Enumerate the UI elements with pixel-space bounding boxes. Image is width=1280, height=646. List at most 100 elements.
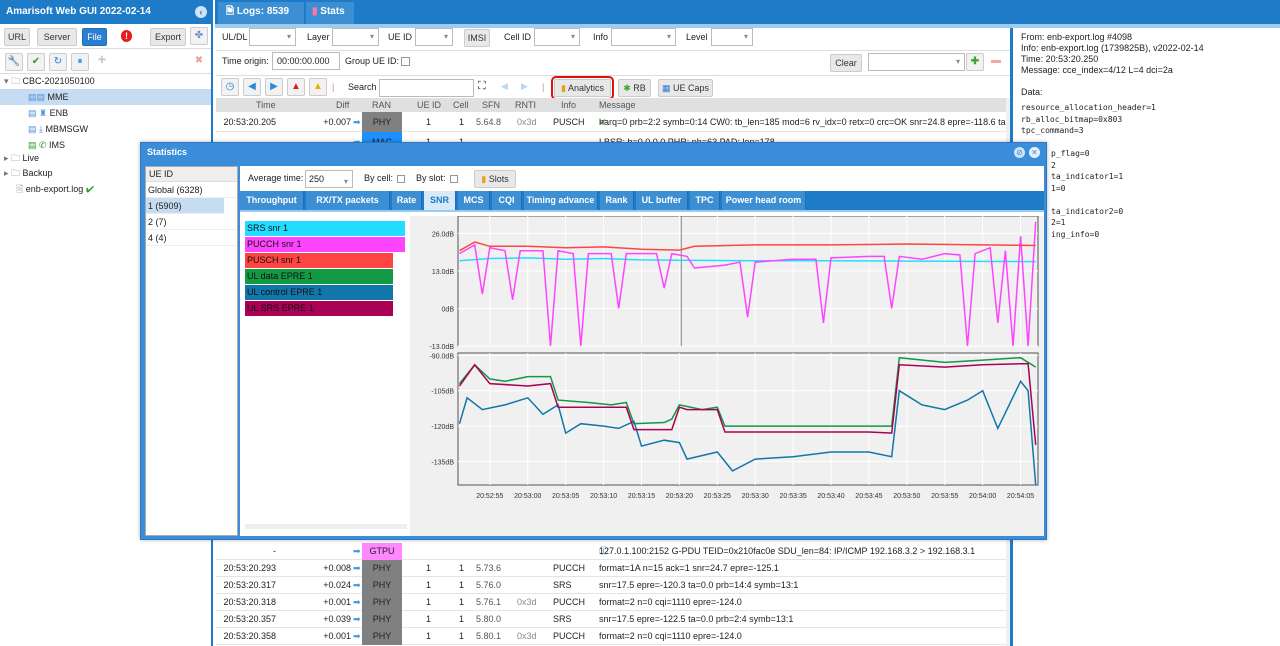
filter-preset-select[interactable] [868,53,965,71]
add-filter-icon[interactable]: ✚ [966,53,984,71]
file-icon: 🗎 [16,184,26,194]
rb-button[interactable]: ✱ RB [618,79,651,97]
search-input[interactable] [379,79,474,97]
pause-icon[interactable]: ⏸ [71,53,89,71]
slots-button[interactable]: ▮ Slots [474,170,516,188]
layer-select[interactable] [332,28,379,46]
error-icon[interactable]: ! [121,30,132,42]
legend-item[interactable]: PUCCH snr 1 [245,237,405,252]
info-label: Info [593,32,609,42]
minimize-icon[interactable]: ⊘ [1014,147,1025,158]
tree-item-mbmsgw[interactable]: ▤ ⤓ MBMSGW [28,121,88,137]
cell-ueid: 1 [426,580,432,590]
tree-item-live[interactable]: ▸ 🗀 Live [4,150,39,166]
table-row[interactable]: 20:53:20.318 +0.001 ➡ PHY 1 1 5.76.1 0x3… [216,594,1006,611]
tree-item-mme[interactable]: ▤▤ MME [0,89,211,105]
ue-caps-button[interactable]: ▦ UE Caps [658,79,713,97]
back-icon[interactable]: ◀ [243,78,261,96]
stats-tab-rate[interactable]: Rate [392,191,422,210]
by-cell-checkbox[interactable] [397,175,405,183]
stats-tab-snr[interactable]: SNR [424,191,456,210]
ue-list-item[interactable]: 1 (5909) [146,198,224,214]
legend-item[interactable]: UL data EPRE 1 [245,269,393,284]
legend-item[interactable]: PUSCH snr 1 [245,253,393,268]
stats-tab-power-head-room[interactable]: Power head room [722,191,806,210]
clear-button[interactable]: Clear [830,54,862,72]
clock-icon[interactable]: ◷ [221,78,239,96]
snr-charts: 26.0dB 13.0dB 0dB -13.0dB 20:52:55 20:53:00 20… [410,216,1044,536]
collapse-icon[interactable]: ‹ [195,6,207,18]
tree-item-cbc[interactable]: ▾ 🗀 CBC-2021050100 [4,73,95,89]
arrow-icon[interactable]: ➡ [353,112,361,132]
table-row[interactable]: 20:53:20.293 +0.008 ➡ PHY 1 1 5.73.6 PUC… [216,560,1006,577]
ue-list-item[interactable]: 4 (4) [146,230,237,246]
url-button[interactable]: URL [4,28,30,46]
warning-filter-icon[interactable]: ▲ [309,78,327,96]
arrow-icon[interactable]: ➡ [353,628,361,645]
stats-tab-cqi[interactable]: CQI [492,191,522,210]
info-select[interactable] [611,28,676,46]
ue-list-item[interactable]: 2 (7) [146,214,237,230]
table-row[interactable]: 20:53:20.205 +0.007 ➡ PHY 1 1 5.64.8 0x3… [216,112,1006,132]
remove-filter-icon[interactable]: ▬ [987,53,1005,71]
tab-logs[interactable]: 🗎 Logs: 8539 [218,2,304,24]
legend-item[interactable]: UL SRS EPRE 1 [245,301,393,316]
uldl-select[interactable] [249,28,296,46]
imsi-button[interactable]: IMSI [464,29,490,47]
arrow-icon[interactable]: ➡ [353,560,361,577]
legend-item[interactable]: UL control EPRE 1 [245,285,393,300]
arrow-icon[interactable]: ➡ [353,543,361,560]
check-icon[interactable]: ✔ [27,53,45,71]
table-row[interactable]: 20:53:20.317 +0.024 ➡ PHY 1 1 5.76.0 SRS… [216,577,1006,594]
legend-item[interactable]: SRS snr 1 [245,221,405,236]
server-button[interactable]: Server [37,28,77,46]
stats-tab-throughput[interactable]: Throughput [240,191,304,210]
avg-time-input[interactable]: 250 [305,170,353,190]
detail-data-line: p_flag=0 [1051,149,1090,158]
file-button[interactable]: File [82,28,107,46]
stats-tab-rx-tx-packets[interactable]: RX/TX packets [306,191,390,210]
statistics-title[interactable]: Statistics [147,147,187,157]
search-tool-icon[interactable]: 🔧 [5,53,23,71]
binoculars-icon[interactable]: ⛶ [478,80,486,93]
detail-data-line: ta_indicator2=0 [1051,206,1124,216]
legend-scrollbar[interactable] [245,524,407,529]
arrow-icon[interactable]: ➡ [353,577,361,594]
settings-icon[interactable]: ✤ [190,27,208,45]
stats-tab-ul-buffer[interactable]: UL buffer [636,191,688,210]
tree-item-log[interactable]: 🗎 enb-export.log ✔ [16,181,94,197]
stats-tab-mcs[interactable]: MCS [458,191,490,210]
refresh-icon[interactable]: ↻ [49,53,67,71]
cell-rnti: 0x3d [517,117,537,127]
close-icon[interactable]: ✕ [1029,147,1040,158]
arrow-icon[interactable]: ➡ [353,611,361,628]
tree-item-enb[interactable]: ▤ ♜ ENB [28,105,68,121]
ue-list-item[interactable]: Global (6328) [146,182,237,198]
prev-result-icon: ◀ [501,81,508,91]
cell-time: 20:53:20.317 [223,580,276,590]
table-row[interactable]: - ➡ GTPU ⓘ 127.0.1.100:2152 G-PDU TEID=0… [216,543,1006,560]
slots-icon: ▮ [481,174,487,184]
error-filter-icon[interactable]: ▲ [287,78,305,96]
by-cell-label: By cell: [364,173,394,183]
table-row[interactable]: 20:53:20.357 +0.039 ➡ PHY 1 1 5.80.0 SRS… [216,611,1006,628]
analytics-button[interactable]: ▮ Analytics [551,76,614,100]
tab-stats[interactable]: ▮ Stats [306,2,354,24]
table-row[interactable]: 20:53:20.358 +0.001 ➡ PHY 1 1 5.80.1 0x3… [216,628,1006,645]
detail-line: Time: 20:53:20.250 [1021,54,1099,64]
stats-tab-rank[interactable]: Rank [600,191,634,210]
forward-icon[interactable]: ▶ [265,78,283,96]
ueid-select[interactable] [415,28,453,46]
stats-tab-timing-advance[interactable]: Timing advance [524,191,598,210]
analytics-icon: ▮ [561,83,566,93]
export-button[interactable]: Export [150,28,186,46]
group-ueid-checkbox[interactable] [401,57,410,66]
arrow-icon[interactable]: ➡ [353,594,361,611]
level-select[interactable] [711,28,753,46]
stats-tab-tpc[interactable]: TPC [690,191,720,210]
detail-panel: From: enb-export.log #4098 Info: enb-expo… [1010,28,1280,646]
tree-item-backup[interactable]: ▸ 🗀 Backup [4,165,53,181]
time-origin-input[interactable]: 00:00:00.000 [272,52,340,70]
by-slot-checkbox[interactable] [450,175,458,183]
cellid-select[interactable] [534,28,580,46]
